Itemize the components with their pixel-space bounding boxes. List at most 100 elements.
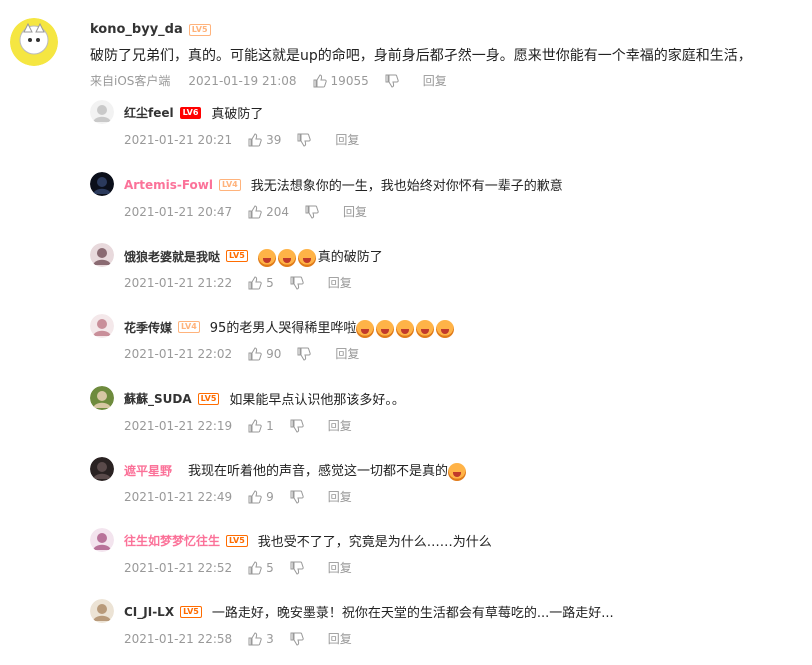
reply-item: 饿狼老婆就是我哒 LV5 真的破防了 2021-01-21 21:22 5 回复 [90,243,790,309]
thumb-down-icon [290,561,304,575]
dislike-button[interactable] [290,419,304,433]
comment-thread: kono_byy_da LV5 破防了兄弟们，真的。可能这就是up的命吧，身前身… [0,0,812,660]
reply-button[interactable]: 回复 [328,630,352,647]
dislike-button[interactable] [290,561,304,575]
crying-emoji-icon [277,248,296,267]
reply-header: 花季传媒 LV4 95的老男人哭得稀里哗啦 [124,317,456,338]
timestamp: 2021-01-21 22:52 [124,560,233,575]
like-button[interactable]: 39 [248,133,281,147]
level-badge: LV4 [218,178,241,191]
timestamp: 2021-01-21 22:02 [124,346,233,361]
main-username[interactable]: kono_byy_da [90,22,183,37]
reply-text-content: 我现在听着他的声音，感觉这一切都不是真的 [188,464,449,479]
reply-username[interactable]: Artemis-Fowl [124,178,213,192]
reply-text: 我无法想象你的一生，我也始终对你怀有一辈子的歉意 [251,175,563,194]
avatar[interactable] [90,528,114,552]
reply-button[interactable]: 回复 [328,488,352,505]
like-count: 5 [266,275,274,290]
like-button[interactable]: 5 [248,276,274,290]
reply-text-content: 我无法想象你的一生，我也始终对你怀有一辈子的歉意 [250,179,563,194]
timestamp: 2021-01-19 21:08 [188,73,297,88]
source-label: 来自iOS客户端 [90,74,171,88]
dislike-button[interactable] [305,205,319,219]
like-button[interactable]: 1 [248,419,274,433]
avatar[interactable] [90,386,114,410]
reply-text: 真破防了 [211,103,263,122]
reply-item: 蘇蘇_SUDA LV5 如果能早点认识他那该多好。。 2021-01-21 22… [90,386,790,452]
reply-username[interactable]: 红尘feel [124,104,174,121]
thumb-down-icon [290,419,304,433]
like-button[interactable]: 90 [248,347,281,361]
avatar[interactable] [90,599,114,623]
reply-button[interactable]: 回复 [335,345,359,362]
reply-item: 红尘feel LV6 真破防了 2021-01-21 20:21 39 回复 [90,100,790,166]
crying-emoji-icon [297,248,316,267]
thumb-up-icon [248,132,262,147]
avatar[interactable] [10,18,58,66]
dislike-button[interactable] [385,74,399,88]
like-count: 5 [266,560,274,575]
thumb-up-icon [313,73,327,88]
like-button[interactable]: 9 [248,490,274,504]
reply-username[interactable]: 遮平星野 [124,462,172,479]
reply-header: CI_JI-LX LV5 一路走好，晚安墨菉！祝你在天堂的生活都会有草莓吃的..… [124,602,614,622]
reply-button[interactable]: 回复 [328,559,352,576]
reply-username[interactable]: 花季传媒 [124,319,172,336]
reply-meta: 2021-01-21 20:47 204 回复 [124,203,367,220]
reply-meta: 2021-01-21 20:21 39 回复 [124,131,359,148]
reply-meta: 2021-01-21 22:02 90 回复 [124,345,359,362]
dislike-button[interactable] [290,276,304,290]
reply-button[interactable]: 回复 [423,72,447,89]
dislike-button[interactable] [290,632,304,646]
dislike-button[interactable] [297,133,312,147]
reply-header: 红尘feel LV6 真破防了 [124,103,263,122]
level-badge: LV5 [197,392,220,405]
reply-username[interactable]: 蘇蘇_SUDA [124,390,192,407]
timestamp: 2021-01-21 22:19 [124,418,233,433]
crying-emoji-icon [416,319,435,338]
reply-username[interactable]: 饿狼老婆就是我哒 [124,248,220,265]
reply-button[interactable]: 回复 [328,417,352,434]
dislike-button[interactable] [290,490,304,504]
dislike-button[interactable] [297,347,312,361]
reply-header: 往生如梦梦忆往生 LV5 我也受不了了，究竟是为什么……为什么 [124,531,492,550]
reply-text: 真的破防了 [257,246,383,267]
crying-emoji-icon [356,319,375,338]
level-badge: LV5 [188,23,211,36]
reply-text: 我现在听着他的声音，感觉这一切都不是真的 [188,460,468,481]
reply-meta: 2021-01-21 22:19 1 回复 [124,417,352,434]
avatar[interactable] [90,100,114,124]
thumb-up-icon [248,560,262,575]
reply-header: 蘇蘇_SUDA LV5 如果能早点认识他那该多好。。 [124,389,405,408]
reply-username[interactable]: 往生如梦梦忆往生 [124,532,220,549]
avatar[interactable] [90,243,114,267]
level-badge: LV5 [226,534,248,547]
like-button[interactable]: 204 [248,205,289,219]
reply-username[interactable]: CI_JI-LX [124,605,174,619]
reply-header: 饿狼老婆就是我哒 LV5 真的破防了 [124,246,383,267]
thumb-up-icon [248,489,262,504]
like-button[interactable]: 5 [248,561,274,575]
timestamp: 2021-01-21 20:21 [124,132,233,147]
timestamp: 2021-01-21 21:22 [124,275,233,290]
avatar[interactable] [90,457,114,481]
reply-button[interactable]: 回复 [328,274,352,291]
avatar[interactable] [90,172,114,196]
reply-button[interactable]: 回复 [335,131,359,148]
like-button[interactable]: 3 [248,632,274,646]
thumb-down-icon [297,347,312,361]
level-badge: LV4 [178,321,200,334]
reply-text-content: 如果能早点认识他那该多好。。 [229,393,405,408]
reply-button[interactable]: 回复 [343,203,367,220]
reply-text-content: 我也受不了了，究竟是为什么……为什么 [257,535,492,550]
like-button[interactable]: 19055 [313,74,369,88]
level-badge: LV5 [226,250,248,263]
reply-meta: 2021-01-21 21:22 5 回复 [124,274,352,291]
reply-item: 往生如梦梦忆往生 LV5 我也受不了了，究竟是为什么……为什么 2021-01-… [90,528,790,594]
reply-text-content: 一路走好，晚安墨菉！祝你在天堂的生活都会有草莓吃的...一路走好... [211,606,614,621]
thumb-up-icon [248,204,262,219]
avatar[interactable] [90,314,114,338]
like-count: 1 [266,418,274,433]
thumb-down-icon [305,205,319,219]
reply-text-content: 真破防了 [211,107,264,122]
